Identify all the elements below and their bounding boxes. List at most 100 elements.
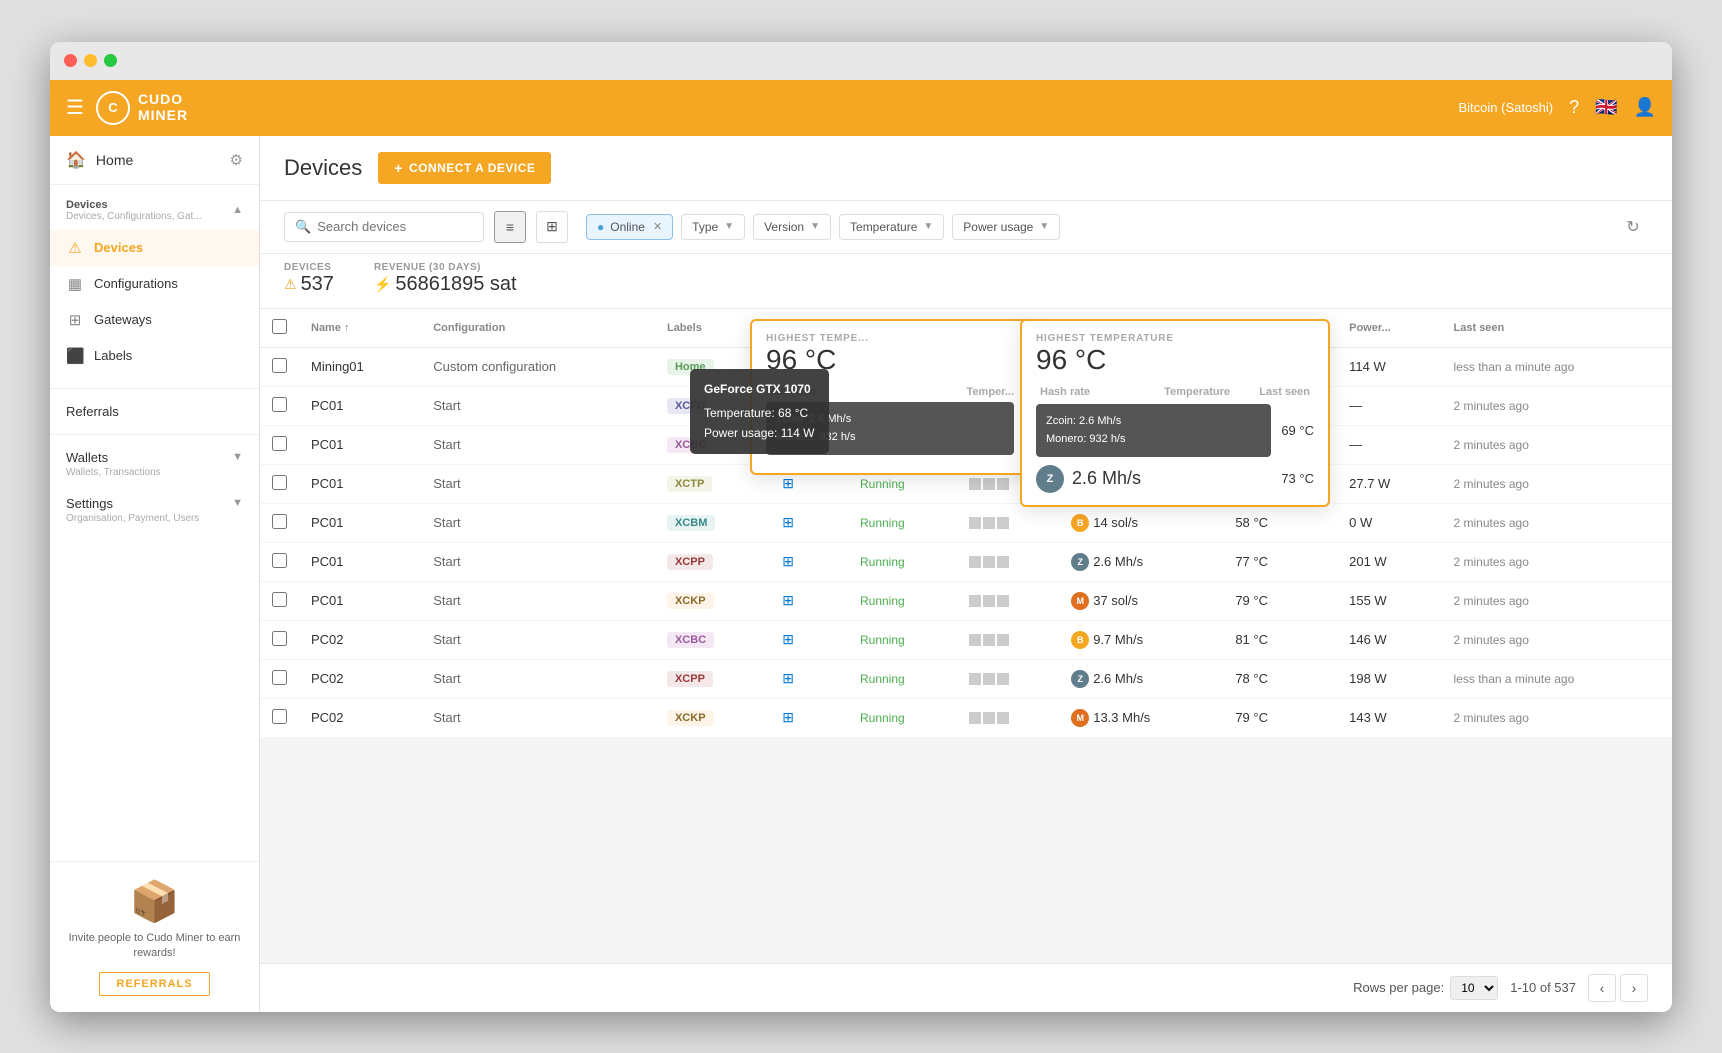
row-checkbox-2[interactable] [272,436,287,451]
online-label: Online [610,220,645,234]
configurations-icon: ▦ [66,275,84,293]
card2-temp-label: HIGHEST TEMPERATURE [1036,333,1314,344]
col-configuration[interactable]: Configuration [421,309,655,348]
search-box[interactable]: 🔍 [284,212,484,242]
table-row[interactable]: PC01 Start XCPP ⊞ Running Z 2.6 Mh/s 77 … [260,542,1672,581]
row-checkbox-7[interactable] [272,631,287,646]
sidebar-item-wallets[interactable]: Wallets ▼ Wallets, Transactions [50,441,259,487]
row-name-6: PC01 [299,581,421,620]
row-lastseen-6: 2 minutes ago [1442,581,1672,620]
col-power[interactable]: Power... [1337,309,1441,348]
row-name-3: PC01 [299,464,421,503]
sidebar-promo: 📦 Invite people to Cudo Miner to earn re… [50,861,259,1012]
user-icon[interactable]: 👤 [1634,97,1656,118]
row-status-9: Running [848,698,957,737]
windows-icon: ⊞ [782,553,794,569]
row-temp-7: 81 °C [1223,620,1337,659]
row-type-8: ⊞ [770,659,848,698]
refresh-button[interactable]: ↻ [1618,212,1648,242]
card1-hashrate-col: Hash rate [766,386,967,398]
row-name-2: PC01 [299,425,421,464]
logo: C CUDOMINER [96,91,188,125]
next-page-button[interactable]: › [1620,974,1648,1002]
connect-device-button[interactable]: + CONNECT A DEVICE [378,152,551,184]
home-settings-icon[interactable]: ⚙ [230,151,243,169]
row-hashrate-8: Z 2.6 Mh/s [1059,659,1223,698]
card1-temp-value: 96 °C [766,344,1014,376]
view-grid-button[interactable]: ⊞ [536,211,568,243]
row-checkbox-9[interactable] [272,709,287,724]
sidebar: 🏠 Home ⚙ Devices Devices, Configurations… [50,136,260,1012]
row-power-7: 146 W [1337,620,1441,659]
row-hashrate-6: M 37 sol/s [1059,581,1223,620]
revenue-icon: ⚡ [374,276,391,293]
referrals-button[interactable]: REFERRALS [99,972,209,996]
row-config-0: Custom configuration [421,347,655,386]
sidebar-item-configurations-label: Configurations [94,276,178,291]
sidebar-item-configurations[interactable]: ▦ Configurations [50,266,259,302]
sidebar-collapse-icon[interactable]: ▲ [232,204,243,216]
row-checkbox-5[interactable] [272,553,287,568]
sidebar-item-referrals[interactable]: Referrals [50,395,259,428]
online-remove[interactable]: ✕ [653,220,662,233]
row-bars-6 [957,581,1059,620]
row-config-1: Start [421,386,655,425]
row-checkbox-0[interactable] [272,358,287,373]
revenue-label: REVENUE (30 DAYS) [374,262,517,273]
table-row[interactable]: PC02 Start XCKP ⊞ Running M 13.3 Mh/s 79… [260,698,1672,737]
power-label: Power usage [963,220,1033,234]
row-checkbox-4[interactable] [272,514,287,529]
rows-per-page-select[interactable]: 10 25 50 [1450,976,1498,1000]
titlebar [50,42,1672,80]
row-checkbox-6[interactable] [272,592,287,607]
sidebar-home[interactable]: 🏠 Home ⚙ [50,136,259,185]
maximize-button[interactable] [104,54,117,67]
table-row[interactable]: PC01 Start XCBM ⊞ Running B 14 sol/s 58 … [260,503,1672,542]
filter-power[interactable]: Power usage ▼ [952,214,1060,240]
row-lastseen-4: 2 minutes ago [1442,503,1672,542]
card2-temp-col: Temperature [1164,386,1230,398]
row-config-8: Start [421,659,655,698]
select-all-checkbox[interactable] [272,319,287,334]
currency-label[interactable]: Bitcoin (Satoshi) [1458,100,1553,115]
search-input[interactable] [317,219,473,234]
row-hashrate-7: B 9.7 Mh/s [1059,620,1223,659]
sidebar-item-gateways[interactable]: ⊞ Gateways [50,302,259,338]
wallets-arrow: ▼ [232,451,243,463]
sidebar-item-settings[interactable]: Settings ▼ Organisation, Payment, Users [50,487,259,533]
minimize-button[interactable] [84,54,97,67]
windows-icon: ⊞ [782,631,794,647]
help-icon[interactable]: ? [1569,97,1579,118]
card2-hashrate-col: Hash rate [1040,386,1164,398]
toolbar: 🔍 ≡ ⊞ ● Online ✕ Type ▼ [260,201,1672,254]
sidebar-item-devices[interactable]: ⚠ Devices [50,230,259,266]
row-lastseen-8: less than a minute ago [1442,659,1672,698]
row-lastseen-0: less than a minute ago [1442,347,1672,386]
hamburger-menu[interactable]: ☰ [66,95,84,120]
main-content: Devices + CONNECT A DEVICE 🔍 ≡ ⊞ [260,136,1672,1012]
row-lastseen-1: 2 minutes ago [1442,386,1672,425]
table-row[interactable]: PC02 Start XCPP ⊞ Running Z 2.6 Mh/s 78 … [260,659,1672,698]
row-checkbox-3[interactable] [272,475,287,490]
row-name-9: PC02 [299,698,421,737]
table-row[interactable]: PC02 Start XCBC ⊞ Running B 9.7 Mh/s 81 … [260,620,1672,659]
table-row[interactable]: PC01 Start XCKP ⊞ Running M 37 sol/s 79 … [260,581,1672,620]
row-temp-8: 78 °C [1223,659,1337,698]
col-lastseen[interactable]: Last seen [1442,309,1672,348]
filter-temperature[interactable]: Temperature ▼ [839,214,944,240]
orange-card-2: HIGHEST TEMPERATURE 96 °C Hash rate Temp… [1020,319,1330,507]
card2-temp2: 73 °C [1281,471,1314,486]
row-checkbox-8[interactable] [272,670,287,685]
filter-online[interactable]: ● Online ✕ [586,214,673,240]
close-button[interactable] [64,54,77,67]
view-list-button[interactable]: ≡ [494,211,526,243]
filter-type[interactable]: Type ▼ [681,214,745,240]
filter-version[interactable]: Version ▼ [753,214,831,240]
prev-page-button[interactable]: ‹ [1588,974,1616,1002]
row-checkbox-1[interactable] [272,397,287,412]
sidebar-item-labels[interactable]: ⬛ Labels [50,338,259,374]
col-name[interactable]: Name ↑ [299,309,421,348]
pagination-info: 1-10 of 537 [1510,980,1576,995]
sidebar-settings-sub: Organisation, Payment, Users [66,513,199,524]
language-flag[interactable]: 🇬🇧 [1595,97,1617,118]
